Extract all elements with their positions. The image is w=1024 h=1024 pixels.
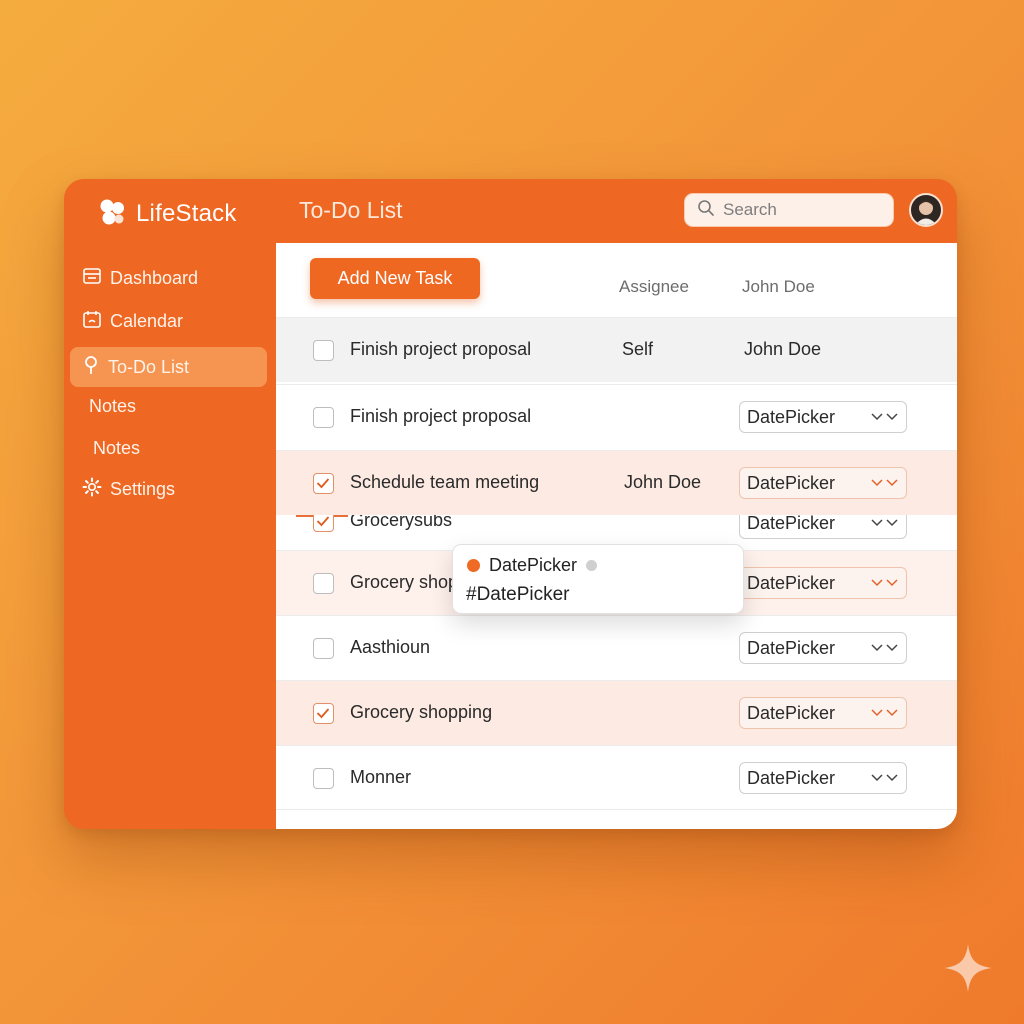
date-picker-select[interactable]: DatePicker [739,401,907,433]
search-box[interactable] [684,193,894,227]
chevron-down-icon [871,774,898,782]
sidebar-item-label: Settings [110,478,176,499]
task-title: Grocerysubs [350,515,453,530]
task-title: Monner [350,767,412,787]
table-row[interactable]: Finish project proposal Self John Doe [276,317,957,382]
task-checkbox[interactable] [313,515,334,532]
search-input[interactable] [723,200,883,220]
date-picker-value: DatePicker [747,637,836,658]
calendar-icon [82,309,102,334]
app-name: LifeStack [136,200,237,227]
task-checkbox[interactable] [313,407,334,428]
popover-tag[interactable]: #DatePicker [466,584,570,606]
dashboard-icon [82,266,102,291]
chevron-down-icon [871,644,898,652]
add-new-task-button[interactable]: Add New Task [310,258,480,299]
date-picker-value: DatePicker [747,572,836,593]
date-picker-value: DatePicker [747,767,836,788]
task-checkbox[interactable] [313,340,334,361]
date-picker-select[interactable]: DatePicker [739,762,907,794]
column-header-assignee: Assignee [619,277,689,296]
chevron-down-icon [871,413,898,421]
task-assignee: John Doe [624,472,702,492]
page-title: To-Do List [299,197,403,223]
brand[interactable]: LifeStack [96,199,237,229]
date-picker-select[interactable]: DatePicker [739,515,907,539]
top-bar: LifeStack To-Do List [64,179,957,243]
task-title: Grocery shopping [350,702,493,722]
column-header-owner: John Doe [742,277,815,296]
lifestack-logo-icon [96,197,128,232]
sidebar: Dashboard Calendar To-Do List Notes Note… [64,243,276,829]
date-picker-value: DatePicker [747,515,836,533]
sparkle-icon [942,942,994,994]
chevron-down-icon [871,479,898,487]
task-owner: John Doe [744,339,822,359]
task-title: Finish project proposal [350,339,532,359]
user-avatar[interactable] [909,193,943,227]
sidebar-item-todo[interactable]: To-Do List [70,347,267,387]
sidebar-item-calendar[interactable]: Calendar [70,301,267,341]
pin-icon [82,355,100,380]
sidebar-item-label: Calendar [110,310,184,331]
table-row[interactable]: Monner DatePicker [276,745,957,810]
popover-title: DatePicker [489,555,578,575]
gear-icon [82,477,102,502]
checkmark-icon [316,708,330,719]
date-picker-select[interactable]: DatePicker [739,697,907,729]
task-title: Finish project proposal [350,406,532,426]
sidebar-item-settings[interactable]: Settings [70,469,267,509]
task-checkbox[interactable] [313,638,334,659]
date-picker-popover[interactable]: DatePicker #DatePicker [452,544,744,614]
date-picker-value: DatePicker [747,472,836,493]
task-assignee: Self [622,339,654,359]
task-checkbox[interactable] [313,768,334,789]
chevron-down-icon [871,519,898,527]
checkmark-icon [316,516,330,527]
date-picker-value: DatePicker [747,702,836,723]
task-checkbox[interactable] [313,473,334,494]
todo-panel: Add New Task Assignee John Doe Finish pr… [276,243,957,829]
secondary-dot-icon [586,560,598,571]
task-checkbox[interactable] [313,703,334,724]
date-picker-select[interactable]: DatePicker [739,567,907,599]
task-title: Aasthioun [350,637,431,657]
sidebar-item-notes[interactable]: Notes [89,396,136,417]
checkmark-icon [316,478,330,489]
date-picker-value: DatePicker [747,406,836,427]
date-picker-select[interactable]: DatePicker [739,632,907,664]
status-dot-icon [467,559,480,572]
chevron-down-icon [871,709,898,717]
app-window: LifeStack To-Do List Search Dashboard Ca… [64,179,957,829]
sidebar-item-label: To-Do List [108,356,190,377]
date-picker-select[interactable]: DatePicker [739,467,907,499]
task-title: Schedule team meeting [350,472,540,492]
sidebar-item-dashboard[interactable]: Dashboard [70,258,267,298]
table-row[interactable]: Finish project proposal DatePicker [276,384,957,449]
sidebar-item-notes-2[interactable]: Notes [93,438,140,459]
task-checkbox[interactable] [313,573,334,594]
popover-header: DatePicker [467,555,598,576]
search-icon [697,199,715,222]
sidebar-item-label: Dashboard [110,267,199,288]
table-row[interactable]: Grocery shopping DatePicker [276,680,957,745]
chevron-down-icon [871,579,898,587]
table-row[interactable]: Schedule team meeting John Doe DatePicke… [276,450,957,515]
table-row[interactable]: Aasthioun DatePicker [276,615,957,680]
